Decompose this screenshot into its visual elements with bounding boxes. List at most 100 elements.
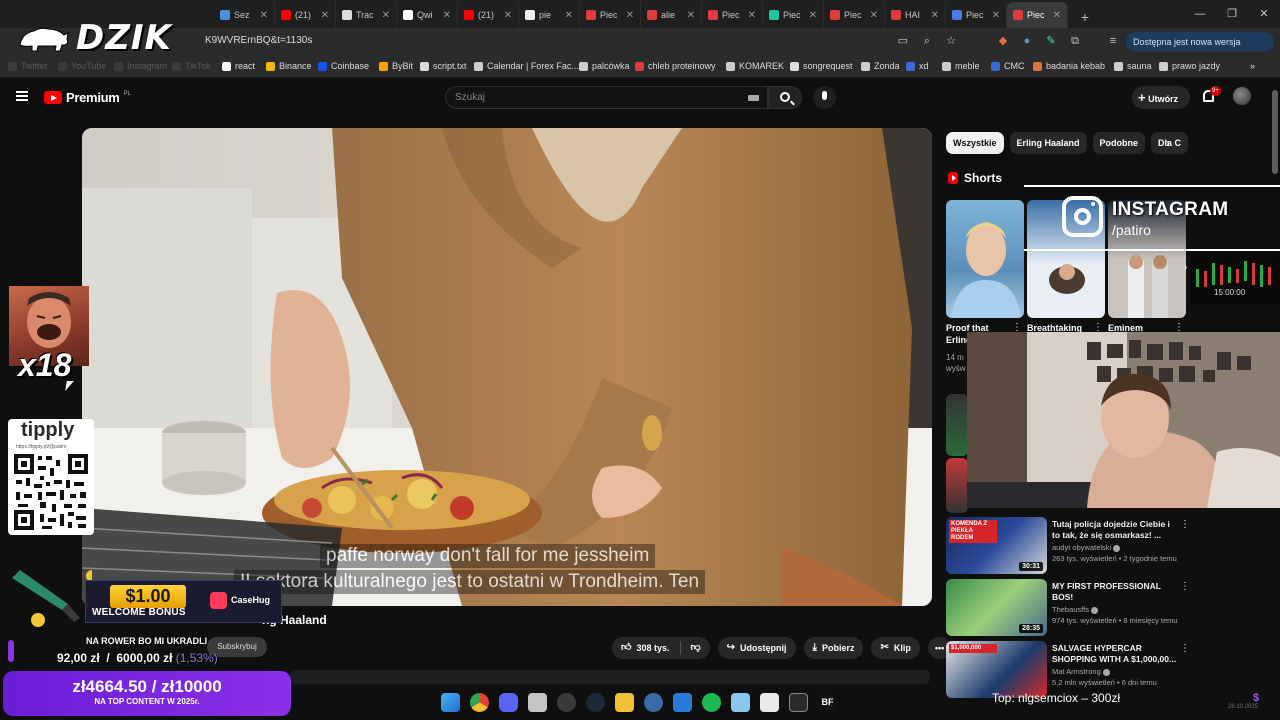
chevron-right-icon[interactable]: › [1166,136,1170,150]
minimize-icon[interactable]: — [1184,0,1216,28]
close-tab-icon[interactable]: ✕ [992,10,1000,21]
bookmark-item[interactable]: Zonda [861,61,900,71]
bookmark-item[interactable]: meble [942,61,980,71]
spotify-icon[interactable] [702,693,721,712]
browser-tab[interactable]: Piec ✕ [763,2,824,28]
menu-icon[interactable] [16,91,28,101]
thumbs-down-icon[interactable]: 👎︎ [690,637,700,659]
windows-start-icon[interactable] [441,693,460,712]
like-button[interactable]: 👍︎ 308 tys. 👎︎ [612,637,710,659]
url-field[interactable]: K9WVRErnBQ&t=1130s [205,35,312,46]
bookmark-item[interactable]: sauna [1114,61,1152,71]
bookmark-item[interactable]: Instagram [114,61,167,71]
bookmark-item[interactable]: prawo jazdy [1159,61,1220,71]
browser-tab[interactable]: pie ✕ [519,2,580,28]
bookmark-item[interactable]: xd [906,61,929,71]
close-window-icon[interactable]: ✕ [1248,0,1280,28]
tray-dollar-icon[interactable]: $ [1253,692,1259,704]
close-tab-icon[interactable]: ✕ [687,10,695,21]
discord-icon[interactable] [499,693,518,712]
close-tab-icon[interactable]: ✕ [260,10,268,21]
bookmark-item[interactable]: songrequest [790,61,853,71]
hidden-rec-thumb-2[interactable] [946,458,968,513]
create-button[interactable]: + Utwórz [1132,86,1190,109]
scrollbar-thumb[interactable] [1272,90,1278,174]
account-avatar[interactable] [1233,87,1251,105]
video-title[interactable]: MY FIRST PROFESSIONAL BOS! [1052,581,1180,603]
bf-app-icon[interactable]: BF [818,693,837,712]
bookmark-item[interactable]: Coinbase [318,61,369,71]
app-icon[interactable] [528,693,547,712]
extensions-puzzle-icon[interactable]: ⧉ [1068,33,1082,49]
bookmark-item[interactable]: chleb proteinowy [635,61,716,71]
youtube-logo[interactable]: Premium PL [44,90,131,105]
share-button[interactable]: ↪ Udostępnij [717,637,796,659]
extension-fox-icon[interactable]: ◆ [996,33,1010,49]
new-tab-button[interactable]: + [1074,6,1096,28]
browser-tab[interactable]: Qwi ✕ [397,2,458,28]
app-icon[interactable] [760,693,779,712]
close-tab-icon[interactable]: ✕ [443,10,451,21]
steam-icon[interactable] [586,693,605,712]
bookmark-item[interactable]: YouTube [58,61,106,71]
ccleaner-icon[interactable] [644,693,663,712]
browser-tab[interactable]: HAI ✕ [885,2,946,28]
voice-search-button[interactable] [813,86,836,109]
browser-tab[interactable]: (21) ✕ [275,2,336,28]
chrome-icon[interactable] [470,693,489,712]
close-tab-icon[interactable]: ✕ [504,10,512,21]
search-input[interactable]: Szukaj [445,86,768,109]
filter-chip[interactable]: Erling Haaland [1009,132,1087,154]
bookmark-item[interactable]: Twitter [8,61,48,71]
recommended-video[interactable]: KOMENDA Z PIEKŁA RODEM 30:31 Tutaj policja… [946,517,1268,579]
bookmark-item[interactable]: CMC [991,61,1025,71]
video-thumbnail[interactable]: 28:35 [946,579,1047,636]
channel-name[interactable]: audyt obywatelski [1052,543,1121,552]
bookmarks-overflow-icon[interactable]: » [1250,61,1255,71]
reading-list-icon[interactable]: ≡ [1106,33,1120,49]
search-button[interactable] [768,86,802,109]
channel-name[interactable]: Mat Armstrong [1052,667,1110,676]
chrome-update-button[interactable]: Dostępna jest nowa wersja Chrome ⋮ [1126,32,1274,67]
browser-tab[interactable]: Piec ✕ [824,2,885,28]
bookmark-item[interactable]: palcówka [579,61,630,71]
extension-translate-icon[interactable]: ✎ [1044,33,1058,49]
obs-icon[interactable] [557,693,576,712]
bookmark-item[interactable]: TikTok [172,61,211,71]
maximize-icon[interactable]: ❐ [1216,0,1248,28]
zoom-icon[interactable]: ⌕ [920,33,934,49]
more-options-icon[interactable]: ⋮ [1180,581,1190,592]
browser-tab[interactable]: Sez ✕ [214,2,275,28]
browser-tab[interactable]: (21) ✕ [458,2,519,28]
bookmark-item[interactable]: script.txt [420,61,467,71]
filter-chip[interactable]: Wszystkie [946,132,1004,154]
bookmark-item[interactable]: badania kebab [1033,61,1105,71]
close-tab-icon[interactable]: ✕ [748,10,756,21]
browser-tab[interactable]: Piec ✕ [580,2,641,28]
browser-tab[interactable]: Trac ✕ [336,2,397,28]
filter-chip[interactable]: Podobne [1092,132,1146,154]
browser-tab[interactable]: Piec ✕ [1007,2,1068,28]
download-button[interactable]: ⤓ Pobierz [803,637,864,659]
shorts-next-icon[interactable]: › [1184,262,1187,273]
browser-tab[interactable]: Piec ✕ [702,2,763,28]
close-tab-icon[interactable]: ✕ [382,10,390,21]
hidden-rec-thumb-1[interactable] [946,394,968,456]
close-tab-icon[interactable]: ✕ [565,10,573,21]
close-tab-icon[interactable]: ✕ [870,10,878,21]
notepad-icon[interactable] [731,693,750,712]
recommended-video[interactable]: 28:35 MY FIRST PROFESSIONAL BOS! Thebausff… [946,579,1268,641]
bookmark-item[interactable]: ByBit [379,61,413,71]
close-tab-icon[interactable]: ✕ [321,10,329,21]
bookmark-item[interactable]: react [222,61,255,71]
more-options-icon[interactable]: ⋮ [1180,519,1190,530]
more-options-icon[interactable]: ⋮ [1180,643,1190,654]
keyboard-icon[interactable] [748,95,759,101]
bookmark-star-icon[interactable]: ☆ [944,33,958,49]
cast-icon[interactable]: ▭ [896,33,910,49]
channel-name[interactable]: Thebausffs [1052,605,1098,614]
video-thumbnail[interactable]: $1,000,000 [946,641,1047,698]
description-box[interactable] [290,670,930,684]
bookmark-item[interactable]: Binance [266,61,312,71]
vscode-icon[interactable] [673,693,692,712]
